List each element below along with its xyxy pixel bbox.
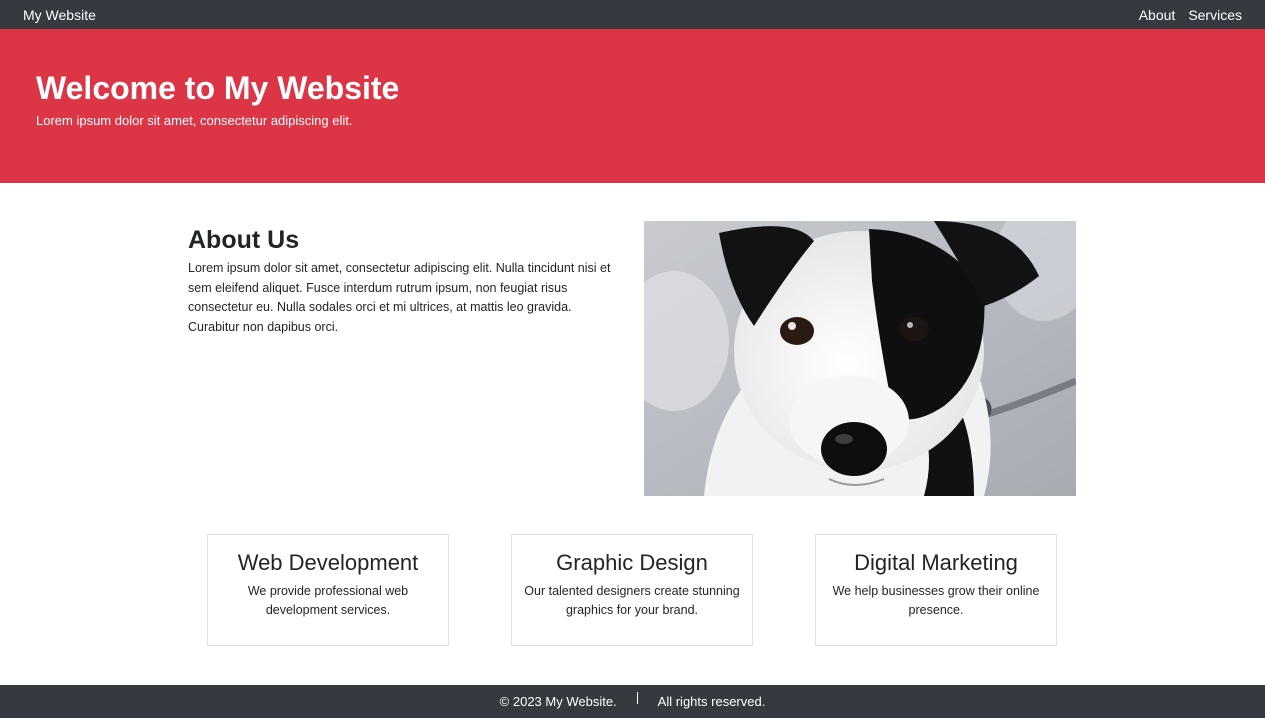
service-card-digital-marketing: Digital Marketing We help businesses gro… — [815, 534, 1057, 646]
service-card-graphic-design: Graphic Design Our talented designers cr… — [511, 534, 753, 646]
hero-banner: Welcome to My Website Lorem ipsum dolor … — [0, 29, 1265, 183]
hero-title: Welcome to My Website — [36, 70, 400, 106]
about-heading: About Us — [188, 226, 300, 254]
service-card-text: We help businesses grow their online pre… — [832, 584, 1040, 617]
services-section: Web Development We provide professional … — [207, 534, 1057, 646]
hero-subtitle: Lorem ipsum dolor sit amet, consectetur … — [36, 113, 353, 128]
service-card-web-development: Web Development We provide professional … — [207, 534, 449, 646]
nav-link-services[interactable]: Services — [1188, 7, 1242, 23]
nav-links: About Services — [1139, 7, 1242, 23]
service-card-title: Web Development — [237, 550, 419, 575]
brand-link[interactable]: My Website — [23, 7, 96, 23]
service-card-title: Digital Marketing — [854, 550, 1018, 575]
page-footer: © 2023 My Website. All rights reserved. — [0, 685, 1265, 718]
footer-divider — [636, 691, 638, 704]
service-card-text: We provide professional web development … — [247, 584, 409, 617]
about-paragraph: Lorem ipsum dolor sit amet, consectetur … — [188, 261, 611, 334]
about-section: About Us Lorem ipsum dolor sit amet, con… — [188, 221, 1076, 496]
service-card-text: Our talented designers create stunning g… — [524, 584, 740, 617]
top-navbar: My Website About Services — [0, 0, 1265, 29]
footer-rights: All rights reserved. — [657, 694, 766, 709]
dog-photo — [644, 221, 1076, 496]
footer-copyright: © 2023 My Website. — [499, 694, 617, 709]
service-card-title: Graphic Design — [556, 550, 708, 575]
nav-link-about[interactable]: About — [1139, 7, 1176, 23]
about-text-block: About Us Lorem ipsum dolor sit amet, con… — [188, 221, 618, 337]
